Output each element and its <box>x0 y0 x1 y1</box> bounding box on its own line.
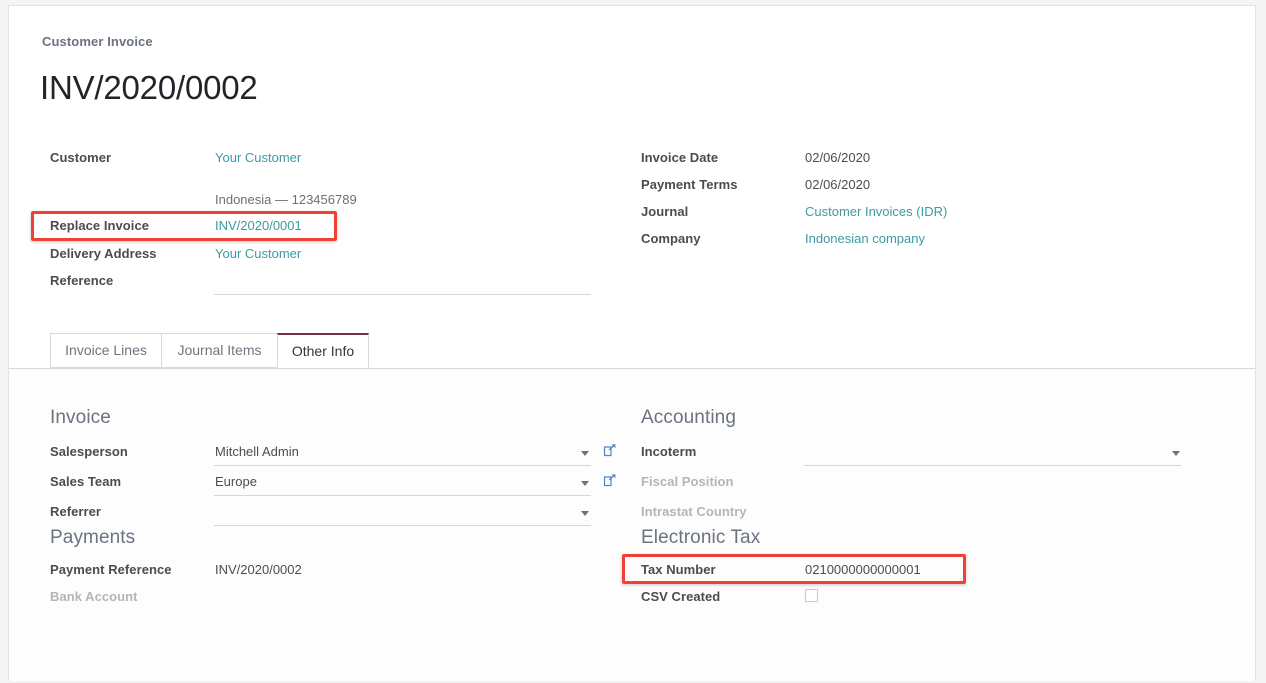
field-label-fiscal-position: Fiscal Position <box>641 474 734 489</box>
field-label-sales-team: Sales Team <box>50 474 121 489</box>
field-value-invoice-date[interactable]: 02/06/2020 <box>805 150 870 165</box>
external-link-icon-salesperson[interactable] <box>603 443 617 457</box>
chevron-down-icon-salesperson[interactable] <box>581 451 589 456</box>
field-value-customer[interactable]: Your Customer <box>215 150 301 165</box>
field-label-bank-account: Bank Account <box>50 589 138 604</box>
field-label-company: Company <box>641 231 701 246</box>
page-title: INV/2020/0002 <box>40 68 258 108</box>
field-label-reference: Reference <box>50 273 113 288</box>
group-title-payments: Payments <box>50 527 135 549</box>
field-value-payment-terms[interactable]: 02/06/2020 <box>805 177 870 192</box>
notebook-tabs: Invoice Lines Journal Items Other Info <box>9 333 1255 369</box>
tab-journal-items[interactable]: Journal Items <box>161 333 278 368</box>
group-title-invoice: Invoice <box>50 407 111 429</box>
breadcrumb[interactable]: Customer Invoice <box>42 34 153 49</box>
group-title-electronic-tax: Electronic Tax <box>641 527 760 549</box>
field-underline-referrer <box>214 525 591 526</box>
field-label-intrastat-country: Intrastat Country <box>641 504 747 519</box>
tab-invoice-lines[interactable]: Invoice Lines <box>50 333 162 368</box>
tab-page-other-info: Invoice Salesperson Mitchell Admin Sales… <box>9 369 1255 681</box>
highlight-replace-invoice <box>31 211 337 241</box>
checkbox-csv-created[interactable] <box>805 589 818 602</box>
field-underline-sales-team <box>214 495 591 496</box>
field-label-referrer: Referrer <box>50 504 101 519</box>
group-title-accounting: Accounting <box>641 407 736 429</box>
field-underline-incoterm <box>804 465 1181 466</box>
field-value-payment-reference[interactable]: INV/2020/0002 <box>215 562 302 577</box>
field-label-payment-reference: Payment Reference <box>50 562 172 577</box>
form-sheet: Customer Invoice INV/2020/0002 Customer … <box>8 5 1256 681</box>
field-label-delivery-address: Delivery Address <box>50 246 157 261</box>
field-label-journal: Journal <box>641 204 688 219</box>
field-underline-reference <box>214 294 591 295</box>
field-label-csv-created: CSV Created <box>641 589 720 604</box>
chevron-down-icon-referrer[interactable] <box>581 511 589 516</box>
field-value-journal[interactable]: Customer Invoices (IDR) <box>805 204 947 219</box>
field-value-company[interactable]: Indonesian company <box>805 231 925 246</box>
app-window: Customer Invoice INV/2020/0002 Customer … <box>0 0 1266 683</box>
highlight-tax-number <box>622 554 966 584</box>
field-value-delivery-address[interactable]: Your Customer <box>215 246 301 261</box>
field-value-sales-team[interactable]: Europe <box>215 474 257 489</box>
field-label-payment-terms: Payment Terms <box>641 177 738 192</box>
field-value-customer-address: Indonesia — 123456789 <box>215 192 357 207</box>
field-label-incoterm: Incoterm <box>641 444 696 459</box>
chevron-down-icon-sales-team[interactable] <box>581 481 589 486</box>
chevron-down-icon-incoterm[interactable] <box>1172 451 1180 456</box>
tab-other-info[interactable]: Other Info <box>277 333 369 368</box>
field-underline-salesperson <box>214 465 591 466</box>
field-label-invoice-date: Invoice Date <box>641 150 718 165</box>
field-label-salesperson: Salesperson <box>50 444 128 459</box>
field-label-customer: Customer <box>50 150 111 165</box>
field-value-salesperson[interactable]: Mitchell Admin <box>215 444 299 459</box>
external-link-icon-sales-team[interactable] <box>603 473 617 487</box>
